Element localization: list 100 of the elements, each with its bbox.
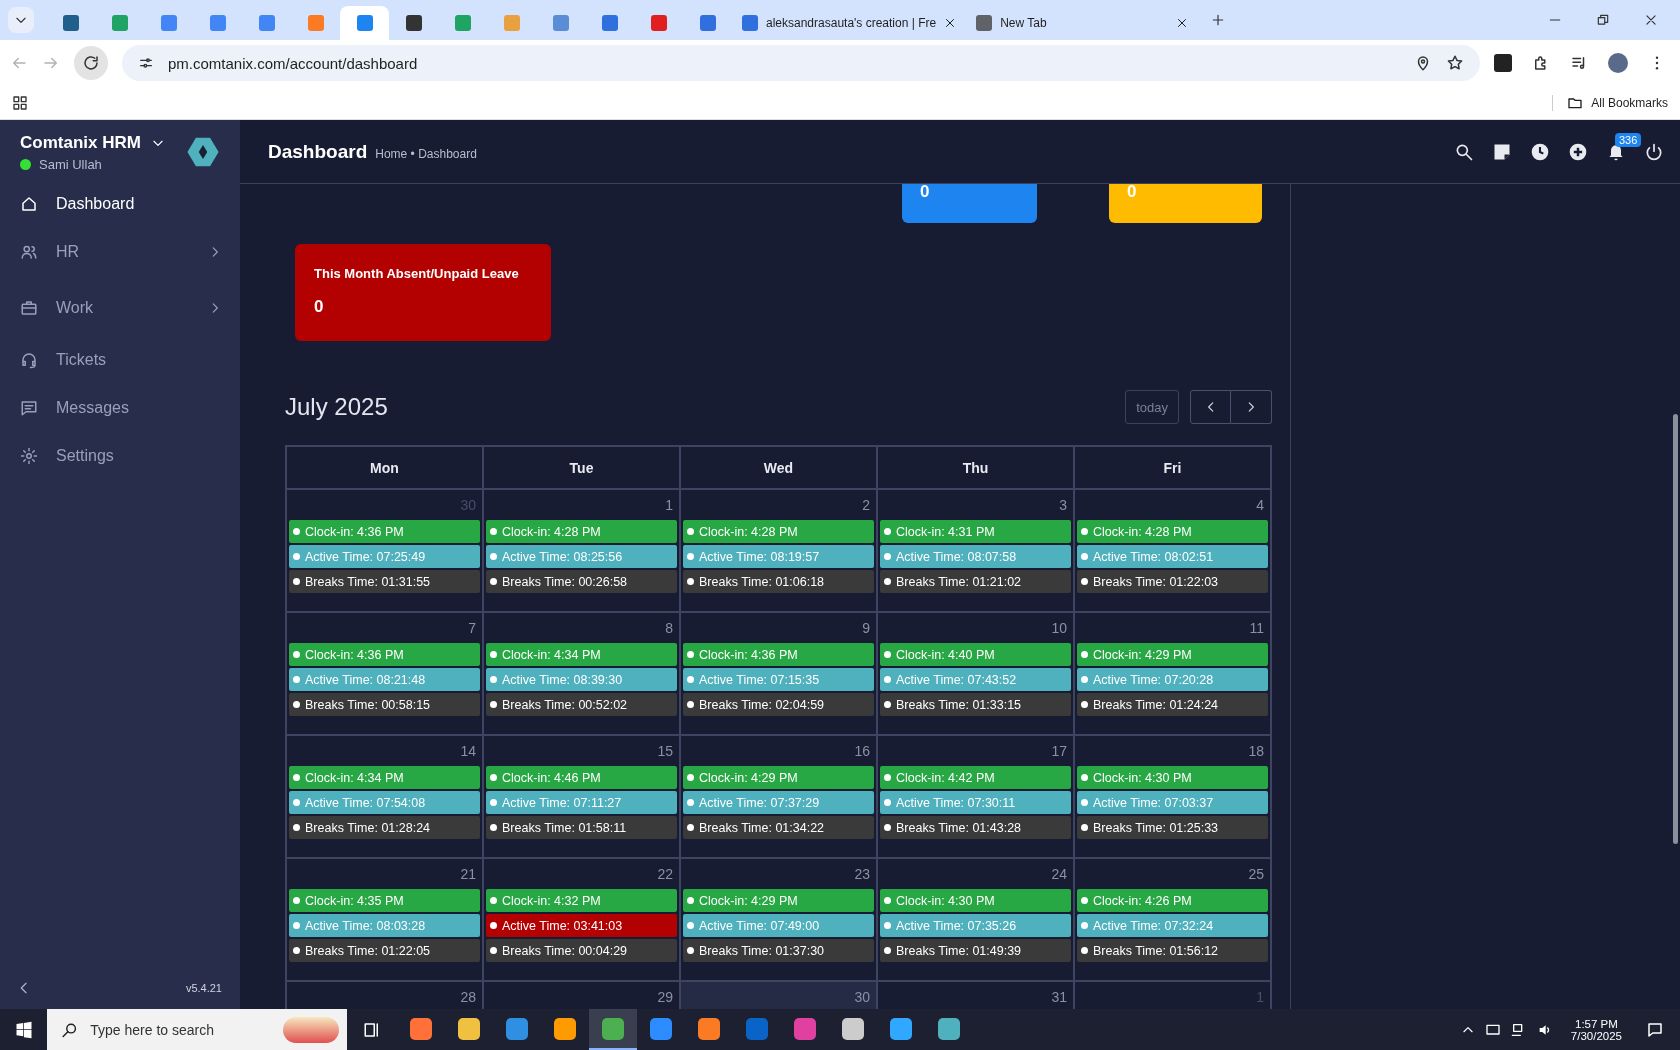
calendar-event[interactable]: Clock-in: 4:36 PM	[289, 643, 480, 666]
calendar-event[interactable]: Active Time: 08:21:48	[289, 668, 480, 691]
calendar-event[interactable]: Active Time: 03:41:03	[486, 914, 677, 937]
nav-item[interactable]: Settings	[0, 432, 240, 480]
calendar-event[interactable]: Breaks Time: 01:43:28	[880, 816, 1071, 839]
calendar-event[interactable]: Active Time: 07:43:52	[880, 668, 1071, 691]
extension-icon[interactable]	[1494, 54, 1512, 72]
calendar-event[interactable]: Clock-in: 4:40 PM	[880, 643, 1071, 666]
calendar-event[interactable]: Active Time: 08:07:58	[880, 545, 1071, 568]
browser-tab[interactable]: aleksandrasauta's creation | Fre	[732, 6, 967, 40]
calendar-event[interactable]: Breaks Time: 01:31:55	[289, 570, 480, 593]
calendar-event[interactable]: Clock-in: 4:36 PM	[289, 520, 480, 543]
calendar-event[interactable]: Breaks Time: 01:21:02	[880, 570, 1071, 593]
calendar-event[interactable]: Clock-in: 4:30 PM	[880, 889, 1071, 912]
notifications-icon[interactable]	[1646, 1020, 1664, 1039]
search-bar[interactable]: Type here to search	[47, 1009, 347, 1050]
calendar-event[interactable]: Clock-in: 4:34 PM	[486, 643, 677, 666]
calendar-event[interactable]: Clock-in: 4:30 PM	[1077, 766, 1268, 789]
calendar-event[interactable]: Clock-in: 4:29 PM	[683, 889, 874, 912]
calendar-event[interactable]: Breaks Time: 01:34:22	[683, 816, 874, 839]
apps-grid-icon[interactable]	[12, 94, 28, 111]
calendar-event[interactable]: Active Time: 08:39:30	[486, 668, 677, 691]
calendar-event[interactable]: Active Time: 07:25:49	[289, 545, 480, 568]
taskbar-app[interactable]	[589, 1009, 637, 1050]
calendar-event[interactable]: Clock-in: 4:36 PM	[683, 643, 874, 666]
calendar-event[interactable]: Breaks Time: 01:06:18	[683, 570, 874, 593]
task-view-icon[interactable]	[363, 1020, 381, 1039]
star-icon[interactable]	[1446, 54, 1464, 72]
windows-start-icon[interactable]	[15, 1020, 33, 1039]
calendar-event[interactable]: Clock-in: 4:34 PM	[289, 766, 480, 789]
calendar-event[interactable]: Breaks Time: 01:49:39	[880, 939, 1071, 962]
calendar-event[interactable]: Clock-in: 4:26 PM	[1077, 889, 1268, 912]
calendar-event[interactable]: Breaks Time: 00:52:02	[486, 693, 677, 716]
day-number: 15	[656, 742, 674, 761]
nav-item[interactable]: Work	[0, 280, 240, 336]
reload-button[interactable]	[74, 46, 108, 80]
calendar-event[interactable]: Breaks Time: 00:26:58	[486, 570, 677, 593]
version-label: v5.4.21	[185, 982, 222, 994]
nav-item[interactable]: Messages	[0, 384, 240, 432]
add-icon[interactable]	[1568, 141, 1588, 162]
clock[interactable]: 1:57 PM 7/30/2025	[1562, 1017, 1630, 1042]
page-title: Dashboard	[268, 140, 368, 163]
calendar-event[interactable]: Active Time: 07:20:28	[1077, 668, 1268, 691]
site-settings-icon[interactable]	[138, 55, 154, 71]
close-icon[interactable]	[1176, 17, 1189, 29]
calendar-event[interactable]: Clock-in: 4:31 PM	[880, 520, 1071, 543]
close-icon[interactable]	[944, 17, 957, 29]
calendar-event[interactable]: Breaks Time: 00:04:29	[486, 939, 677, 962]
calendar-event[interactable]: Clock-in: 4:28 PM	[1077, 520, 1268, 543]
browser-tab[interactable]: New Tab	[966, 6, 1199, 40]
calendar-event[interactable]: Active Time: 08:03:28	[289, 914, 480, 937]
calendar-event[interactable]: Breaks Time: 01:56:12	[1077, 939, 1268, 962]
calendar-event[interactable]: Active Time: 07:11:27	[486, 791, 677, 814]
calendar-event[interactable]: Active Time: 08:19:57	[683, 545, 874, 568]
calendar-event[interactable]: Clock-in: 4:28 PM	[486, 520, 677, 543]
calendar-event[interactable]: Active Time: 07:37:29	[683, 791, 874, 814]
power-icon[interactable]	[1644, 141, 1664, 162]
calendar-event[interactable]: Breaks Time: 01:28:24	[289, 816, 480, 839]
bookmarks-button[interactable]: All Bookmarks	[1552, 94, 1668, 111]
calendar-event[interactable]: Clock-in: 4:29 PM	[1077, 643, 1268, 666]
today-button[interactable]: today	[1125, 390, 1179, 424]
calendar-event[interactable]: Breaks Time: 02:04:59	[683, 693, 874, 716]
calendar-event[interactable]: Active Time: 07:35:26	[880, 914, 1071, 937]
calendar-event[interactable]: Active Time: 08:25:56	[486, 545, 677, 568]
calendar-event[interactable]: Breaks Time: 01:33:15	[880, 693, 1071, 716]
calendar-event[interactable]: Breaks Time: 01:25:33	[1077, 816, 1268, 839]
calendar-event[interactable]: Active Time: 07:49:00	[683, 914, 874, 937]
calendar-event[interactable]: Active Time: 08:02:51	[1077, 545, 1268, 568]
close-icon[interactable]	[1644, 13, 1658, 27]
calendar-event[interactable]: Active Time: 07:03:37	[1077, 791, 1268, 814]
restore-icon[interactable]	[1596, 13, 1610, 27]
calendar-event[interactable]: Clock-in: 4:28 PM	[683, 520, 874, 543]
day-number: 18	[1247, 742, 1265, 761]
clock-icon[interactable]	[1530, 141, 1550, 162]
calendar-event[interactable]: Active Time: 07:54:08	[289, 791, 480, 814]
address-bar[interactable]: pm.comtanix.com/account/dashboard	[122, 45, 1480, 81]
calendar-event[interactable]: Active Time: 07:32:24	[1077, 914, 1268, 937]
calendar-event[interactable]: Clock-in: 4:42 PM	[880, 766, 1071, 789]
day-number: 29	[656, 988, 674, 1007]
calendar-event[interactable]: Clock-in: 4:32 PM	[486, 889, 677, 912]
calendar-event[interactable]: Breaks Time: 01:22:05	[289, 939, 480, 962]
calendar-event[interactable]: Breaks Time: 01:58:11	[486, 816, 677, 839]
calendar-event[interactable]: Breaks Time: 01:37:30	[683, 939, 874, 962]
calendar-event[interactable]: Active Time: 07:15:35	[683, 668, 874, 691]
nav-item[interactable]: Dashboard	[0, 184, 240, 224]
scrollbar-thumb[interactable]	[1673, 414, 1678, 844]
nav-item[interactable]: Tickets	[0, 336, 240, 384]
calendar-event[interactable]: Breaks Time: 01:22:03	[1077, 570, 1268, 593]
calendar-event[interactable]: Clock-in: 4:29 PM	[683, 766, 874, 789]
calendar-event[interactable]: Clock-in: 4:35 PM	[289, 889, 480, 912]
day-number: 22	[656, 865, 674, 884]
app-name[interactable]: Comtanix HRM	[20, 132, 141, 153]
calendar-event[interactable]: Breaks Time: 01:24:24	[1077, 693, 1268, 716]
tab-search-button[interactable]	[8, 7, 34, 33]
nav-item[interactable]: HR	[0, 224, 240, 280]
avatar[interactable]	[1608, 53, 1628, 73]
calendar-event[interactable]: Active Time: 07:30:11	[880, 791, 1071, 814]
calendar-event[interactable]: Breaks Time: 00:58:15	[289, 693, 480, 716]
calendar-event[interactable]: Clock-in: 4:46 PM	[486, 766, 677, 789]
search-field[interactable]: Type here to search	[88, 1020, 274, 1039]
